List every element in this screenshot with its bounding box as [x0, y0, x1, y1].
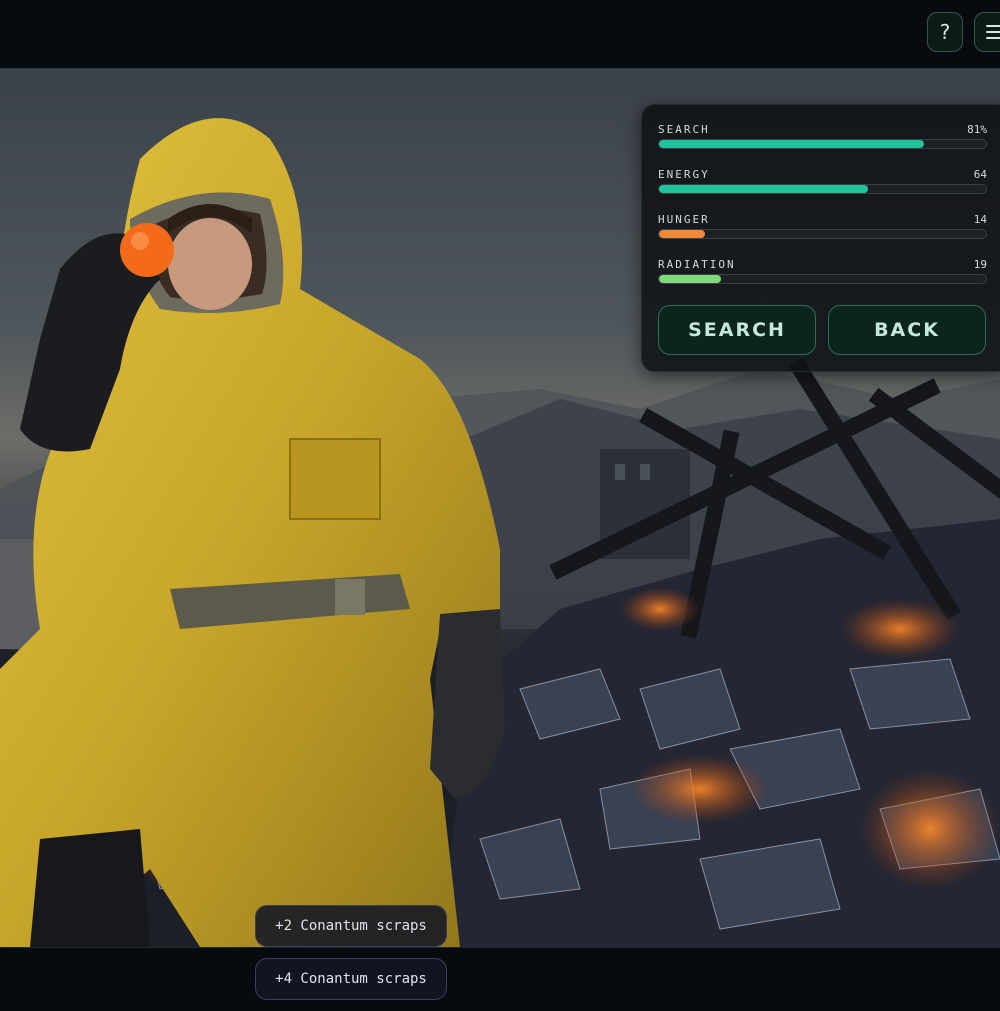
hunger-fill [659, 230, 705, 238]
menu-button[interactable] [974, 12, 1000, 52]
bottom-bar [0, 947, 1000, 1011]
energy-bar [658, 184, 987, 194]
loot-notification: +4 Conantum scraps [255, 958, 447, 1000]
radiation-bar [658, 274, 987, 284]
top-bar: ? [0, 0, 1000, 69]
stat-value: 14 [973, 213, 987, 226]
stat-label: ENERGY [658, 168, 710, 181]
energy-fill [659, 185, 869, 193]
radiation-fill [659, 275, 722, 283]
hamburger-menu-icon [986, 25, 1000, 39]
hunger-bar [658, 229, 987, 239]
stat-label: RADIATION [658, 258, 736, 271]
stat-label: SEARCH [658, 123, 710, 136]
search-progress-bar [658, 139, 987, 149]
stat-value: 81% [967, 123, 987, 136]
question-icon: ? [939, 20, 951, 44]
notification-text: +2 Conantum scraps [275, 918, 427, 934]
help-button[interactable]: ? [927, 12, 963, 52]
notification-text: +4 Conantum scraps [275, 971, 427, 987]
search-progress-fill [659, 140, 924, 148]
loot-notification: +2 Conantum scraps [255, 905, 447, 947]
stat-value: 19 [973, 258, 987, 271]
back-button[interactable]: BACK [828, 305, 986, 355]
status-panel: SEARCH 81% ENERGY 64 HUNGER 14 RADIATION… [641, 104, 1000, 372]
stat-value: 64 [973, 168, 987, 181]
stat-label: HUNGER [658, 213, 710, 226]
search-button[interactable]: SEARCH [658, 305, 816, 355]
